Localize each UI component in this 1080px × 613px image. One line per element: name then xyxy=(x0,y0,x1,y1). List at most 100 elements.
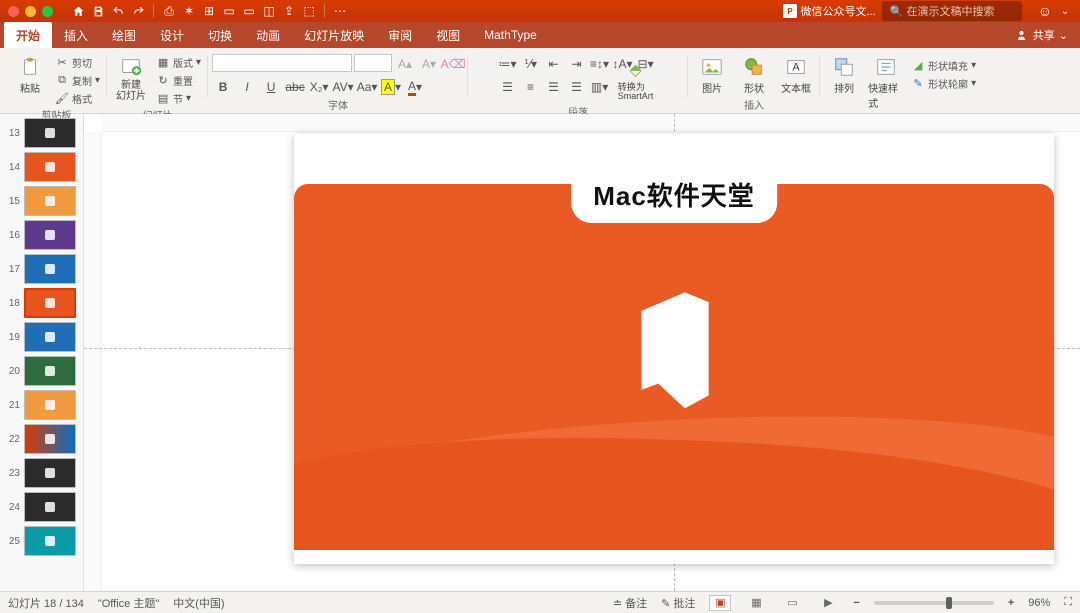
justify-button[interactable]: ☰ xyxy=(566,77,588,97)
indent-dec-button[interactable]: ⇤ xyxy=(543,54,565,74)
redo-icon[interactable] xyxy=(131,4,145,18)
qat-icon[interactable]: ▭ xyxy=(242,4,256,18)
qat-icon[interactable]: ⊞ xyxy=(202,4,216,18)
save-icon[interactable] xyxy=(91,4,105,18)
char-spacing-button[interactable]: AV▾ xyxy=(332,77,354,97)
textbox-button[interactable]: A文本框 xyxy=(776,54,816,97)
qat-icon[interactable]: ⬚ xyxy=(302,4,316,18)
tab-home[interactable]: 开始 xyxy=(4,22,52,48)
thumb-16[interactable]: 16 xyxy=(0,218,83,252)
fit-window-button[interactable]: ⛶ xyxy=(1064,596,1072,609)
quick-styles-button[interactable]: 快速样式 xyxy=(866,54,906,112)
shape-fill-button[interactable]: ◢形状填充 ▾ xyxy=(908,57,979,74)
change-case-button[interactable]: Aa▾ xyxy=(356,77,378,97)
home-icon[interactable] xyxy=(71,4,85,18)
qat-icon[interactable]: ✶ xyxy=(182,4,196,18)
align-center-button[interactable]: ≡ xyxy=(520,77,542,97)
zoom-in-button[interactable]: + xyxy=(1008,597,1014,609)
thumb-23[interactable]: 23 xyxy=(0,456,83,490)
strike-button[interactable]: abc xyxy=(284,77,306,97)
reset-button[interactable]: ↻重置 xyxy=(153,72,204,89)
line-spacing-button[interactable]: ≡↕▾ xyxy=(589,54,611,74)
columns-button[interactable]: ▥▾ xyxy=(589,77,611,97)
align-right-button[interactable]: ☰ xyxy=(543,77,565,97)
indent-inc-button[interactable]: ⇥ xyxy=(566,54,588,74)
search-input[interactable]: 🔍 在演示文稿中搜索 xyxy=(882,1,1022,21)
view-slideshow-button[interactable]: ▶ xyxy=(817,595,839,611)
bullets-button[interactable]: ≔▾ xyxy=(497,54,519,74)
slide[interactable]: Mac软件天堂 xyxy=(294,134,1054,564)
arrange-button[interactable]: 排列 xyxy=(824,54,864,97)
tab-design[interactable]: 设计 xyxy=(148,22,196,48)
font-size-combo[interactable] xyxy=(354,54,392,72)
view-normal-button[interactable]: ▣ xyxy=(709,595,731,611)
view-sorter-button[interactable]: ▦ xyxy=(745,595,767,611)
qat-icon[interactable]: ⎙ xyxy=(162,4,176,18)
smartart-button[interactable]: ⬘ 转换为 SmartArt xyxy=(612,57,660,104)
font-color-button[interactable]: A▾ xyxy=(404,77,426,97)
undo-icon[interactable] xyxy=(111,4,125,18)
qat-icon[interactable]: ⇪ xyxy=(282,4,296,18)
italic-button[interactable]: I xyxy=(236,77,258,97)
zoom-slider[interactable] xyxy=(874,601,994,605)
qat-icon[interactable]: ⋯ xyxy=(333,4,347,18)
shape-outline-button[interactable]: ✎形状轮廓 ▾ xyxy=(908,75,979,92)
thumb-25[interactable]: 25 xyxy=(0,524,83,558)
paste-button[interactable]: 粘贴 xyxy=(10,54,50,97)
thumb-19[interactable]: 19 xyxy=(0,320,83,354)
copy-button[interactable]: ⧉复制 ▾ xyxy=(52,72,103,89)
tab-review[interactable]: 审阅 xyxy=(376,22,424,48)
align-left-button[interactable]: ☰ xyxy=(497,77,519,97)
format-painter-button[interactable]: 🖌格式 xyxy=(52,90,103,107)
tab-view[interactable]: 视图 xyxy=(424,22,472,48)
slide-canvas[interactable]: Mac软件天堂 xyxy=(84,114,1080,591)
thumb-22[interactable]: 22 xyxy=(0,422,83,456)
subscript-button[interactable]: X₂▾ xyxy=(308,77,330,97)
tab-draw[interactable]: 绘图 xyxy=(100,22,148,48)
window-maximize-button[interactable] xyxy=(42,6,53,17)
thumb-15[interactable]: 15 xyxy=(0,184,83,218)
thumb-20[interactable]: 20 xyxy=(0,354,83,388)
thumb-24[interactable]: 24 xyxy=(0,490,83,524)
feedback-icon[interactable]: ☺ xyxy=(1038,3,1052,19)
slide-thumbnails[interactable]: 13 14 15 16 17 18 19 20 21 22 23 24 25 xyxy=(0,114,84,591)
status-bar: 幻灯片 18 / 134 "Office 主题" 中文(中国) ≐ 备注 ✎ 批… xyxy=(0,591,1080,613)
clear-format-button[interactable]: A⌫ xyxy=(442,54,464,74)
chevron-down-icon[interactable]: ⌄ xyxy=(1058,4,1072,18)
notes-button[interactable]: ≐ 备注 xyxy=(613,595,647,611)
thumb-18[interactable]: 18 xyxy=(0,286,83,320)
tab-transitions[interactable]: 切换 xyxy=(196,22,244,48)
thumb-13[interactable]: 13 xyxy=(0,116,83,150)
window-minimize-button[interactable] xyxy=(25,6,36,17)
share-button[interactable]: 共享 ⌄ xyxy=(1005,22,1080,48)
cut-button[interactable]: ✂剪切 xyxy=(52,54,103,71)
qat-icon[interactable]: ◫ xyxy=(262,4,276,18)
layout-button[interactable]: ▦版式 ▾ xyxy=(153,54,204,71)
zoom-percent[interactable]: 96% xyxy=(1028,597,1050,609)
highlight-button[interactable]: A▾ xyxy=(380,77,402,97)
work-area: 13 14 15 16 17 18 19 20 21 22 23 24 25 M… xyxy=(0,114,1080,591)
font-family-combo[interactable] xyxy=(212,54,352,72)
window-close-button[interactable] xyxy=(8,6,19,17)
numbering-button[interactable]: ⅟▾ xyxy=(520,54,542,74)
shapes-button[interactable]: 形状 xyxy=(734,54,774,97)
section-button[interactable]: ▤节 ▾ xyxy=(153,90,204,107)
zoom-out-button[interactable]: − xyxy=(853,597,859,609)
tab-slideshow[interactable]: 幻灯片放映 xyxy=(292,22,376,48)
thumb-17[interactable]: 17 xyxy=(0,252,83,286)
new-slide-button[interactable]: 新建 幻灯片 xyxy=(111,54,151,104)
qat-icon[interactable]: ▭ xyxy=(222,4,236,18)
tab-mathtype[interactable]: MathType xyxy=(472,22,549,48)
tab-animations[interactable]: 动画 xyxy=(244,22,292,48)
picture-button[interactable]: 图片 xyxy=(692,54,732,97)
thumb-21[interactable]: 21 xyxy=(0,388,83,422)
thumb-14[interactable]: 14 xyxy=(0,150,83,184)
underline-button[interactable]: U xyxy=(260,77,282,97)
tab-insert[interactable]: 插入 xyxy=(52,22,100,48)
bold-button[interactable]: B xyxy=(212,77,234,97)
view-reading-button[interactable]: ▭ xyxy=(781,595,803,611)
grow-font-button[interactable]: A▴ xyxy=(394,54,416,74)
comments-button[interactable]: ✎ 批注 xyxy=(661,595,695,611)
shrink-font-button[interactable]: A▾ xyxy=(418,54,440,74)
language-status[interactable]: 中文(中国) xyxy=(173,595,224,611)
